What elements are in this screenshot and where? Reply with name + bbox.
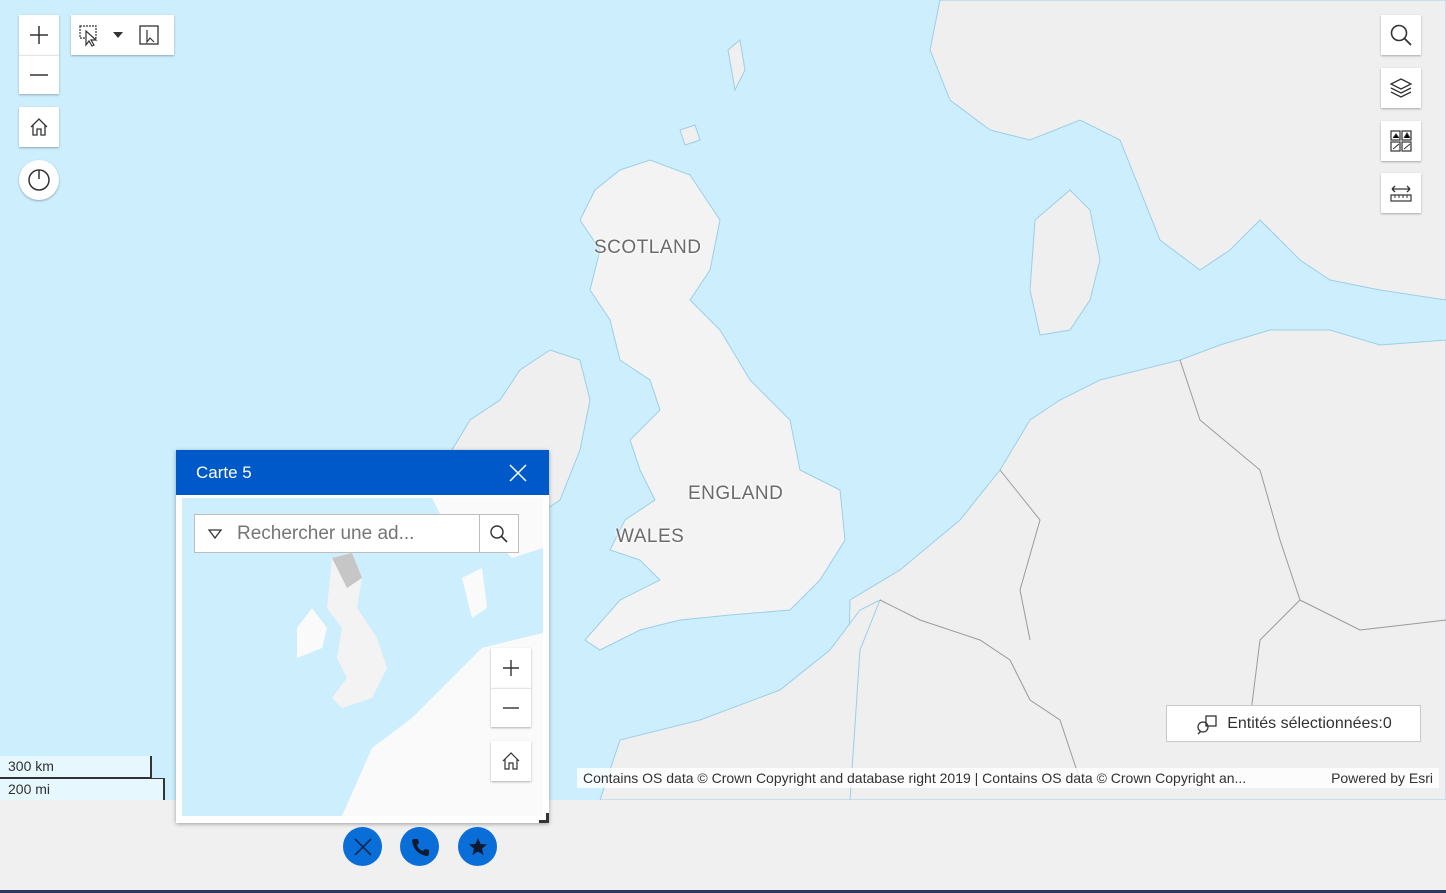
search-widget-button[interactable]: [1381, 15, 1421, 55]
panel-title: Carte 5: [196, 462, 252, 482]
panel-header[interactable]: Carte 5: [176, 450, 549, 495]
panel-zoom-in-button[interactable]: [491, 648, 531, 688]
zoom-out-button[interactable]: [19, 55, 59, 94]
minus-icon: [30, 74, 48, 76]
map-label-wales: WALES: [616, 526, 685, 547]
phone-icon: [411, 838, 429, 856]
attribution-bar[interactable]: Contains OS data © Crown Copyright and d…: [577, 768, 1439, 788]
scale-bar-mi: 200 mi: [0, 778, 165, 800]
address-search-input[interactable]: [235, 521, 473, 546]
selection-count-label: Entités sélectionnées:0: [1227, 714, 1392, 732]
basemap-gallery-icon: [1390, 130, 1412, 152]
locate-button[interactable]: [19, 160, 59, 200]
basemap-gallery-button[interactable]: [1381, 121, 1421, 161]
home-icon: [502, 752, 520, 770]
close-fab-button[interactable]: [343, 827, 382, 866]
plus-icon: [30, 26, 48, 44]
panel-home-button[interactable]: [491, 741, 531, 781]
star-icon: [468, 837, 487, 855]
selection-shapes-icon: [1197, 714, 1217, 734]
layers-button[interactable]: [1381, 68, 1421, 108]
powered-by-esri[interactable]: Powered by Esri: [1331, 768, 1433, 788]
select-dropdown[interactable]: [107, 15, 129, 55]
search-icon: [490, 524, 508, 543]
selection-toolbar: [71, 15, 174, 55]
layers-icon: [1389, 78, 1413, 98]
panel-zoom-out-button[interactable]: [491, 688, 531, 727]
home-button[interactable]: [19, 107, 59, 147]
map-label-scotland: SCOTLAND: [594, 237, 702, 258]
clear-selection-icon: [139, 25, 159, 45]
clear-selection-button[interactable]: [129, 15, 169, 55]
power-icon: [28, 169, 50, 191]
panel-search-button[interactable]: [479, 515, 518, 552]
select-cursor-icon: [79, 25, 98, 47]
selection-count-button[interactable]: Entités sélectionnées:0: [1166, 705, 1421, 742]
panel-resize-handle[interactable]: [539, 813, 549, 823]
home-icon: [30, 118, 48, 136]
plus-icon: [503, 660, 519, 676]
favorite-fab-button[interactable]: [458, 827, 497, 866]
search-source-dropdown[interactable]: [195, 515, 235, 552]
panel-close-icon[interactable]: [507, 462, 529, 484]
map-panel[interactable]: Carte 5: [176, 450, 549, 823]
scale-bar-km: 300 km: [0, 756, 152, 778]
panel-search-bar[interactable]: [194, 514, 519, 553]
close-icon: [353, 837, 372, 856]
map-label-england: ENGLAND: [688, 483, 784, 504]
search-icon: [1390, 24, 1412, 46]
zoom-in-button[interactable]: [19, 15, 59, 55]
caret-down-icon: [113, 32, 123, 38]
select-button[interactable]: [71, 15, 107, 55]
measure-button[interactable]: [1381, 173, 1421, 213]
measure-icon: [1390, 185, 1412, 202]
phone-fab-button[interactable]: [400, 827, 439, 866]
triangle-down-icon: [208, 528, 222, 539]
minus-icon: [503, 707, 519, 709]
attribution-text: Contains OS data © Crown Copyright and d…: [583, 770, 1247, 786]
